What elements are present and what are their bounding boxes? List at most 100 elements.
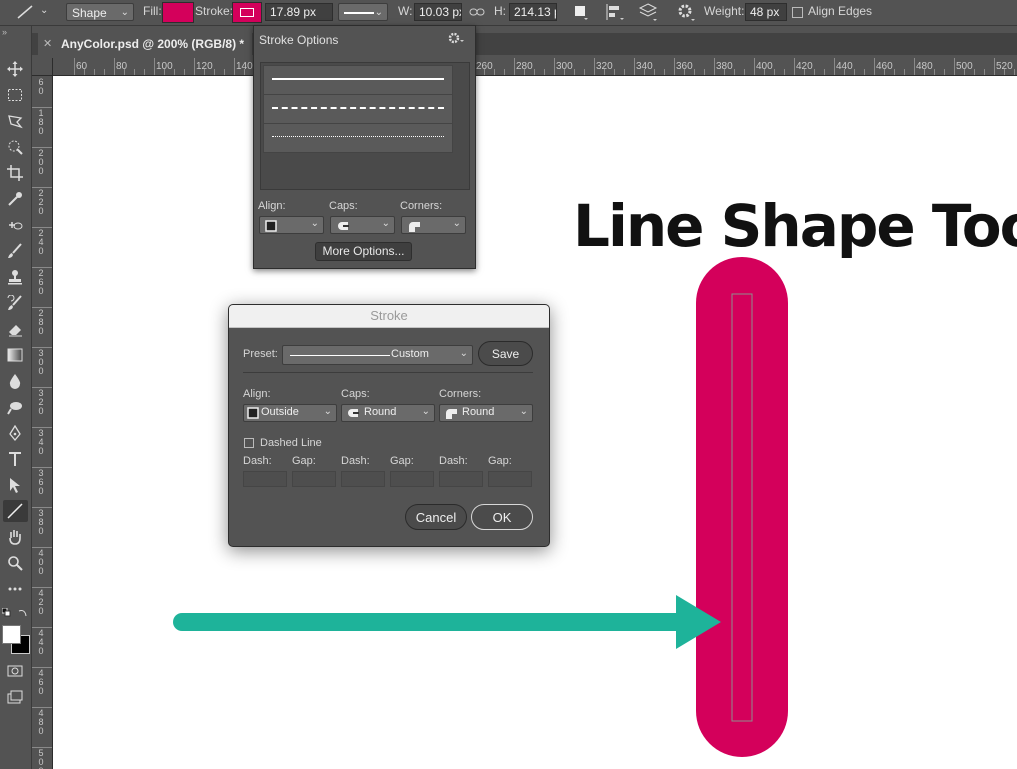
zoom-icon xyxy=(8,556,23,571)
ruler-minor-tick xyxy=(144,69,145,75)
ruler-minor-tick xyxy=(164,69,165,75)
close-icon[interactable]: ✕ xyxy=(43,33,52,55)
ruler-label: 0 xyxy=(38,526,44,536)
height-field[interactable]: 214.13 p xyxy=(509,3,557,21)
brush-tool[interactable] xyxy=(3,240,28,262)
gap-1-field[interactable] xyxy=(292,471,336,487)
collapse-panel-icon[interactable]: » xyxy=(2,27,7,37)
dodge-tool[interactable] xyxy=(3,396,28,418)
ruler-tick xyxy=(32,507,52,508)
edit-toolbar-button[interactable] xyxy=(3,578,28,600)
document-tab[interactable]: ✕ AnyColor.psd @ 200% (RGB/8) * xyxy=(38,33,252,55)
screen-mode-button[interactable] xyxy=(3,686,28,708)
cancel-button[interactable]: Cancel xyxy=(405,504,467,530)
ruler-origin[interactable] xyxy=(32,58,53,76)
chevron-down-icon: ⌄ xyxy=(120,7,129,18)
ruler-minor-tick xyxy=(904,69,905,75)
preset-select[interactable]: Custom ⌄ xyxy=(282,345,473,365)
stroke-width-field[interactable]: 17.89 px xyxy=(265,3,333,21)
swap-colors-icon[interactable] xyxy=(18,608,28,618)
caps-select[interactable]: Round ⌄ xyxy=(341,404,435,422)
corners-select[interactable]: Round ⌄ xyxy=(439,404,533,422)
path-arrangement-icon[interactable] xyxy=(637,2,659,22)
type-tool[interactable] xyxy=(3,448,28,470)
brush-icon xyxy=(8,243,22,258)
ruler-minor-tick xyxy=(84,69,85,75)
chevron-down-icon: ⌄ xyxy=(519,406,528,417)
default-colors-icon[interactable] xyxy=(2,608,14,618)
ruler-minor-tick xyxy=(864,69,865,75)
ruler-label: 0 xyxy=(38,646,44,656)
dash-2-field[interactable] xyxy=(341,471,385,487)
dotted-stroke-option[interactable] xyxy=(263,123,453,153)
gap-3-field[interactable] xyxy=(488,471,532,487)
divider xyxy=(243,372,533,373)
round-corner-icon xyxy=(446,409,457,419)
line-tool[interactable] xyxy=(3,500,28,522)
align-edges-checkbox[interactable] xyxy=(792,7,803,18)
dash-1-field[interactable] xyxy=(243,471,287,487)
solid-stroke-option[interactable] xyxy=(263,65,453,95)
caps-select[interactable]: ⌄ xyxy=(330,216,395,234)
ruler-tick xyxy=(554,58,555,75)
align-value: Outside xyxy=(261,406,299,418)
tool-mode-select[interactable]: Shape ⌄ xyxy=(66,3,134,21)
tool-preset-chevron-icon[interactable]: ⌄ xyxy=(40,5,48,16)
healing-brush-tool[interactable] xyxy=(3,214,28,236)
zoom-tool[interactable] xyxy=(3,552,28,574)
ruler-label: 0 xyxy=(38,566,44,576)
blur-tool[interactable] xyxy=(3,370,28,392)
fill-swatch[interactable] xyxy=(162,2,194,23)
gradient-tool[interactable] xyxy=(3,344,28,366)
ok-button[interactable]: OK xyxy=(471,504,533,530)
ruler-label: 0 xyxy=(38,446,44,456)
ruler-tick xyxy=(114,58,115,75)
ruler-minor-tick xyxy=(854,69,855,75)
tool-mode-value: Shape xyxy=(72,6,107,20)
move-tool[interactable] xyxy=(3,58,28,80)
dashed-line-label: Dashed Line xyxy=(260,437,322,449)
gap-2-field[interactable] xyxy=(390,471,434,487)
corners-select[interactable]: ⌄ xyxy=(401,216,466,234)
quick-selection-icon xyxy=(8,140,23,155)
gear-icon[interactable] xyxy=(448,31,466,45)
quick-mask-button[interactable] xyxy=(3,660,28,682)
dashed-stroke-option[interactable] xyxy=(263,94,453,124)
path-alignment-icon[interactable] xyxy=(605,3,625,21)
ruler-minor-tick xyxy=(784,69,785,75)
crop-tool[interactable] xyxy=(3,162,28,184)
width-field[interactable]: 10.03 px xyxy=(414,3,462,21)
dash-2-label: Dash: xyxy=(341,455,370,467)
link-icon[interactable] xyxy=(469,6,485,18)
solid-line-icon xyxy=(290,355,390,356)
stroke-swatch[interactable] xyxy=(232,2,262,23)
weight-field[interactable]: 48 px xyxy=(745,3,787,21)
stroke-type-select[interactable]: ⌄ xyxy=(338,3,388,21)
line-tool-icon[interactable] xyxy=(16,4,34,20)
eyedropper-tool[interactable] xyxy=(3,188,28,210)
align-select[interactable]: Outside ⌄ xyxy=(243,404,337,422)
lasso-tool[interactable] xyxy=(3,110,28,132)
gear-icon[interactable] xyxy=(677,3,697,23)
quick-selection-tool[interactable] xyxy=(3,136,28,158)
selected-line-shape[interactable] xyxy=(696,257,788,757)
ruler-tick xyxy=(874,58,875,75)
pen-tool[interactable] xyxy=(3,422,28,444)
path-selection-arrow-icon xyxy=(10,478,20,493)
path-operations-icon[interactable] xyxy=(573,4,589,22)
clone-stamp-tool[interactable] xyxy=(3,266,28,288)
ruler-minor-tick xyxy=(814,69,815,75)
align-select[interactable]: ⌄ xyxy=(259,216,324,234)
more-options-button[interactable]: More Options... xyxy=(315,242,412,261)
dashed-line-checkbox[interactable] xyxy=(244,438,254,448)
hand-tool[interactable] xyxy=(3,526,28,548)
foreground-color-swatch[interactable] xyxy=(2,625,21,644)
path-selection-tool[interactable] xyxy=(3,474,28,496)
eraser-tool[interactable] xyxy=(3,318,28,340)
history-brush-tool[interactable] xyxy=(3,292,28,314)
dash-3-field[interactable] xyxy=(439,471,483,487)
ruler-minor-tick xyxy=(654,69,655,75)
marquee-tool[interactable] xyxy=(3,84,28,106)
save-button[interactable]: Save xyxy=(478,341,533,366)
ruler-minor-tick xyxy=(694,69,695,75)
